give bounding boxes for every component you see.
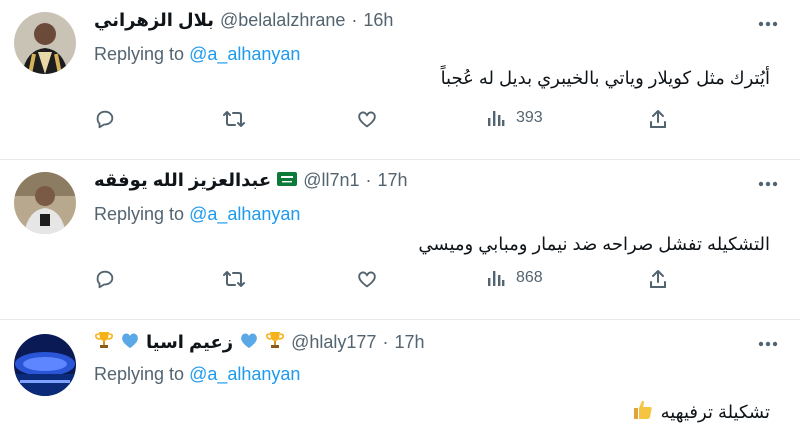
like-button[interactable] (356, 268, 378, 290)
reply-button[interactable] (94, 108, 116, 130)
user-handle[interactable]: @ll7n1 (303, 170, 359, 191)
share-button[interactable] (648, 108, 668, 130)
tweet-header: عبدالعزيز الله يوفقه @ll7n1 · 17h (94, 170, 408, 191)
action-bar: 868 (94, 268, 694, 298)
tweet-header: زعيم اسيا @hlaly177 · 17h (94, 330, 424, 355)
like-button[interactable] (356, 108, 378, 130)
mention-link[interactable]: @a_alhanyan (189, 364, 300, 384)
replying-prefix: Replying to (94, 204, 185, 224)
user-handle[interactable]: @belalalzhrane (220, 10, 345, 31)
retweet-icon (223, 271, 245, 287)
trophy-icon (265, 330, 285, 355)
more-icon[interactable] (758, 14, 778, 32)
avatar[interactable] (14, 12, 76, 74)
reply-button[interactable] (94, 268, 116, 290)
replying-to: Replying to @a_alhanyan (94, 204, 300, 225)
tweet-text-row: تشكيلة ترفيهيه (631, 398, 770, 427)
share-button[interactable] (648, 268, 668, 290)
display-name[interactable]: بلال الزهراني (94, 10, 214, 31)
replying-to: Replying to @a_alhanyan (94, 44, 300, 65)
more-icon[interactable] (758, 174, 778, 192)
views-button[interactable]: 868 (486, 268, 543, 288)
tweet-text: التشكيله تفشل صراحه ضد نيمار ومبابي وميس… (418, 234, 770, 254)
separator: · (351, 10, 358, 30)
display-name[interactable]: عبدالعزيز الله يوفقه (94, 170, 271, 191)
like-icon (358, 271, 376, 288)
replying-prefix: Replying to (94, 364, 185, 384)
tweet-card[interactable]: زعيم اسيا @hlaly177 · 17h Replying to @a… (0, 320, 800, 430)
share-icon (650, 110, 666, 128)
mention-link[interactable]: @a_alhanyan (189, 204, 300, 224)
mention-link[interactable]: @a_alhanyan (189, 44, 300, 64)
timestamp[interactable]: 17h (394, 332, 424, 353)
views-icon (488, 111, 505, 126)
separator: · (365, 170, 372, 190)
user-handle[interactable]: @hlaly177 (291, 332, 376, 353)
trophy-icon (94, 330, 114, 355)
tweet-header: بلال الزهراني @belalalzhrane · 16h (94, 10, 393, 31)
reply-icon (96, 270, 114, 289)
tweet-text: تشكيلة ترفيهيه (660, 402, 770, 422)
reply-feed: بلال الزهراني @belalalzhrane · 16h Reply… (0, 0, 800, 430)
reply-icon (96, 110, 114, 129)
blue-heart-icon (239, 331, 259, 354)
views-count: 868 (516, 269, 543, 286)
retweet-button[interactable] (222, 108, 246, 130)
share-icon (650, 270, 666, 288)
saudi-flag-icon (277, 170, 298, 191)
tweet-text: أيُترك مثل كويلار وياتي بالخيبري بديل له… (440, 68, 770, 88)
more-icon[interactable] (758, 334, 778, 352)
tweet-card[interactable]: عبدالعزيز الله يوفقه @ll7n1 · 17h Replyi… (0, 160, 800, 320)
avatar[interactable] (14, 172, 76, 234)
timestamp[interactable]: 17h (378, 170, 408, 191)
thumbs-up-icon (631, 398, 655, 427)
views-button[interactable]: 393 (486, 108, 543, 128)
timestamp[interactable]: 16h (363, 10, 393, 31)
tweet-card[interactable]: بلال الزهراني @belalalzhrane · 16h Reply… (0, 0, 800, 160)
separator: · (382, 332, 389, 352)
blue-heart-icon (120, 331, 140, 354)
action-bar: 393 (94, 108, 694, 138)
retweet-button[interactable] (222, 268, 246, 290)
like-icon (358, 111, 376, 128)
retweet-icon (223, 111, 245, 127)
avatar[interactable] (14, 334, 76, 396)
display-name[interactable]: زعيم اسيا (146, 332, 233, 353)
views-icon (488, 271, 505, 286)
views-count: 393 (516, 109, 543, 126)
replying-prefix: Replying to (94, 44, 185, 64)
replying-to: Replying to @a_alhanyan (94, 364, 300, 385)
